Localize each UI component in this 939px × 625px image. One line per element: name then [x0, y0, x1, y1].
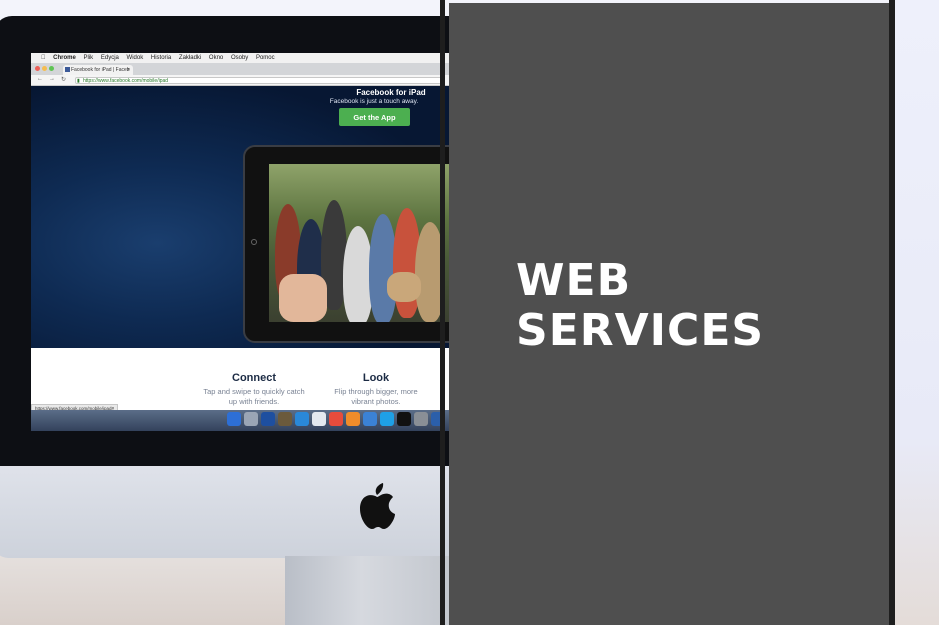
app-store-icon[interactable] — [295, 412, 309, 426]
web-services-heading: WEB SERVICES — [516, 256, 764, 356]
url-text: https://www.facebook.com/mobile/ipad — [83, 78, 169, 84]
group-selfie-photo — [269, 164, 451, 322]
menu-item-zakladki[interactable]: Zakładki — [179, 55, 201, 61]
cloud-app-icon[interactable] — [312, 412, 326, 426]
url-input[interactable]: ▮ https://www.facebook.com/mobile/ipad — [75, 77, 445, 84]
imac-screen:  Chrome Plik Edycja Widok Historia Zakł… — [31, 53, 451, 431]
menu-app-name[interactable]: Chrome — [53, 55, 76, 61]
menu-item-widok[interactable]: Widok — [127, 55, 144, 61]
forward-arrow-icon[interactable]: → — [49, 76, 55, 82]
menu-item-edycja[interactable]: Edycja — [101, 55, 119, 61]
system-preferences-icon[interactable] — [414, 412, 428, 426]
launchpad-icon[interactable] — [244, 412, 258, 426]
menu-item-osoby[interactable]: Osoby — [231, 55, 248, 61]
facebook-favicon-icon — [65, 67, 70, 72]
reload-icon[interactable]: ↻ — [61, 76, 66, 83]
safari-icon[interactable] — [363, 412, 377, 426]
tab-title: Facebook for iPad | Faceb — [71, 67, 130, 73]
menu-item-historia[interactable]: Historia — [151, 55, 171, 61]
menu-item-okno[interactable]: Okno — [209, 55, 223, 61]
heading-line-2: SERVICES — [516, 305, 765, 356]
background-wall — [893, 0, 939, 625]
minimize-window-icon[interactable] — [42, 66, 47, 71]
feature-description: Flip through bigger, more vibrant photos… — [334, 387, 418, 406]
mac-menu-bar:  Chrome Plik Edycja Widok Historia Zakł… — [31, 53, 451, 63]
mission-control-icon[interactable] — [261, 412, 275, 426]
feature-connect: Connect Tap and swipe to quickly catch u… — [199, 372, 309, 407]
ipad-device — [243, 145, 451, 343]
apple-logo-icon — [360, 483, 395, 529]
mac-dock — [31, 410, 451, 431]
panel-border-right — [889, 0, 895, 625]
lock-icon: ▮ — [77, 78, 80, 84]
facebook-hero: Facebook for iPad Facebook is just a tou… — [31, 86, 451, 348]
heading-line-1: WEB — [516, 255, 632, 306]
browser-tab-bar: Facebook for iPad | Faceb × — [31, 63, 451, 75]
panel-border-left — [440, 0, 445, 625]
imac-stand — [285, 556, 455, 625]
firefox-icon[interactable] — [346, 412, 360, 426]
menu-item-plik[interactable]: Plik — [84, 55, 94, 61]
feature-description: Tap and swipe to quickly catch up with f… — [203, 387, 305, 406]
skype-icon[interactable] — [380, 412, 394, 426]
features-section: Connect Tap and swipe to quickly catch u… — [31, 348, 451, 410]
feature-look: Look Flip through bigger, more vibrant p… — [326, 372, 426, 407]
close-window-icon[interactable] — [35, 66, 40, 71]
dashboard-icon[interactable] — [278, 412, 292, 426]
hero-subtitle: Facebook is just a touch away. — [329, 98, 419, 105]
back-arrow-icon[interactable]: ← — [37, 76, 43, 82]
get-the-app-button[interactable]: Get the App — [339, 108, 410, 126]
hero-title: Facebook for iPad — [356, 88, 426, 97]
menu-item-pomoc[interactable]: Pomoc — [256, 55, 275, 61]
apple-menu-icon[interactable]:  — [41, 55, 46, 61]
address-bar: ← → ↻ ▮ https://www.facebook.com/mobile/… — [31, 75, 451, 86]
chrome-icon[interactable] — [329, 412, 343, 426]
ipad-home-button-icon — [251, 239, 257, 245]
feature-title: Connect — [232, 372, 276, 384]
finder-icon[interactable] — [227, 412, 241, 426]
terminal-icon[interactable] — [397, 412, 411, 426]
carousel-dots — [356, 135, 396, 148]
tab-close-icon[interactable]: × — [127, 65, 130, 75]
feature-title: Look — [362, 372, 390, 384]
browser-tab[interactable]: Facebook for iPad | Faceb × — [63, 65, 133, 75]
zoom-window-icon[interactable] — [49, 66, 54, 71]
